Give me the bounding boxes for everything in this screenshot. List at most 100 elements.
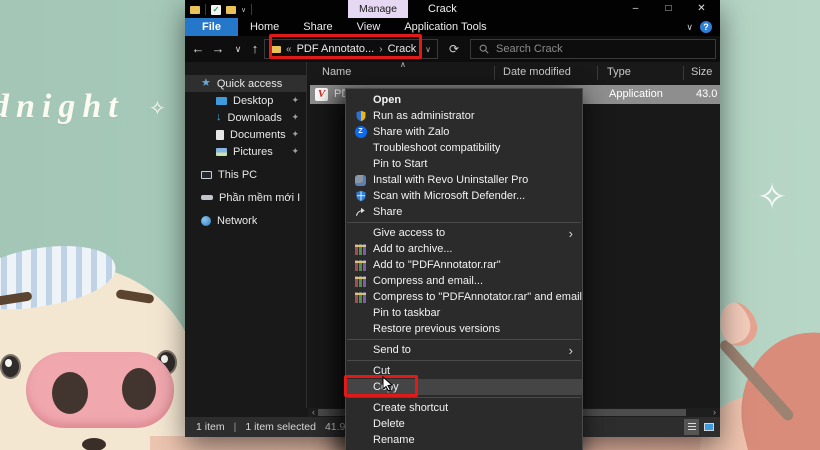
column-header-size[interactable]: Size (691, 66, 712, 78)
ribbon-right-controls: ∨ ? (686, 18, 712, 36)
menu-item-share-with-zalo[interactable]: Z Share with Zalo (346, 124, 582, 140)
blank-icon (352, 344, 369, 357)
menu-item-open[interactable]: Open (346, 92, 582, 108)
recent-locations-caret-icon[interactable]: ∨ (229, 36, 247, 62)
sidebar-item-desktop[interactable]: Desktop ✦ (185, 92, 306, 109)
pin-icon: ✦ (291, 95, 299, 106)
menu-item-install-with-revo[interactable]: Install with Revo Uninstaller Pro (346, 172, 582, 188)
menu-separator (347, 397, 581, 398)
menu-item-compress-and-email[interactable]: Compress and email... (346, 273, 582, 289)
zalo-icon: Z (352, 126, 369, 139)
search-input[interactable] (496, 43, 707, 55)
menu-separator (347, 339, 581, 340)
status-divider: | (234, 421, 237, 433)
forward-button[interactable]: → (209, 36, 227, 62)
uac-shield-icon (352, 110, 369, 123)
menu-item-run-as-administrator[interactable]: Run as administrator (346, 108, 582, 124)
menu-item-add-to-rar[interactable]: Add to "PDFAnnotator.rar" (346, 257, 582, 273)
sidebar-item-pictures[interactable]: Pictures ✦ (185, 143, 306, 160)
menu-item-compress-to-rar-and-email[interactable]: Compress to "PDFAnnotator.rar" and email (346, 289, 582, 305)
wallpaper-pig-eye (0, 354, 21, 379)
scroll-right-icon[interactable]: › (713, 408, 716, 417)
column-header-name[interactable]: Name (322, 66, 351, 78)
pin-icon: ✦ (291, 129, 299, 140)
menu-item-pin-to-taskbar[interactable]: Pin to taskbar (346, 305, 582, 321)
menu-item-add-to-archive[interactable]: Add to archive... (346, 241, 582, 257)
maximize-button[interactable]: □ (652, 0, 685, 18)
back-button[interactable]: ← (189, 36, 207, 62)
desktop: dnight ✧ ✧ ✓ ∨ Manage Crack – □ (0, 0, 820, 450)
help-icon[interactable]: ? (700, 21, 712, 33)
this-pc-icon (201, 171, 212, 179)
scroll-left-icon[interactable]: ‹ (312, 408, 315, 417)
menu-item-send-to[interactable]: Send to› (346, 342, 582, 358)
tab-manage[interactable]: Manage (348, 0, 408, 18)
blank-icon (352, 434, 369, 447)
drive-icon (201, 195, 213, 200)
mouse-cursor-icon (381, 376, 395, 392)
properties-icon[interactable]: ✓ (211, 5, 221, 15)
sidebar: ★ Quick access Desktop ✦ ↓ Downloads ✦ D… (185, 62, 307, 408)
column-header-type[interactable]: Type (607, 66, 631, 78)
search-icon (479, 44, 489, 54)
refresh-button[interactable]: ⟳ (444, 39, 464, 59)
sidebar-item-quick-access[interactable]: ★ Quick access (185, 75, 306, 92)
menu-item-restore-previous-versions[interactable]: Restore previous versions (346, 321, 582, 337)
tab-file[interactable]: File (185, 18, 238, 36)
file-size: 43.0 (696, 88, 717, 100)
column-header-date-modified[interactable]: Date modified (503, 66, 571, 78)
menu-item-rename[interactable]: Rename (346, 432, 582, 448)
address-dropdown-caret-icon[interactable]: ∨ (425, 45, 431, 54)
details-view-button[interactable] (684, 419, 699, 435)
menu-item-pin-to-start[interactable]: Pin to Start (346, 156, 582, 172)
minimize-button[interactable]: – (619, 0, 652, 18)
blank-icon (352, 418, 369, 431)
winrar-icon (352, 243, 369, 256)
menu-item-delete[interactable]: Delete (346, 416, 582, 432)
blank-icon (352, 142, 369, 155)
blank-icon (352, 402, 369, 415)
details-view-icon (688, 423, 696, 431)
collapse-ribbon-icon[interactable]: ∨ (686, 22, 693, 33)
sidebar-item-this-pc[interactable]: This PC (185, 166, 306, 183)
defender-shield-icon (352, 190, 369, 203)
folder-icon[interactable] (190, 6, 200, 14)
column-separator[interactable] (494, 66, 495, 80)
menu-item-scan-with-defender[interactable]: Scan with Microsoft Defender... (346, 188, 582, 204)
menu-item-give-access-to[interactable]: Give access to› (346, 225, 582, 241)
column-separator[interactable] (683, 66, 684, 80)
menu-item-create-shortcut[interactable]: Create shortcut (346, 400, 582, 416)
sort-ascending-icon: ∧ (400, 62, 406, 69)
quick-access-toolbar: ✓ ∨ (190, 4, 252, 15)
close-button[interactable]: ✕ (685, 0, 718, 18)
column-headers: ∧ Name Date modified Type Size (308, 62, 720, 84)
pin-icon: ✦ (291, 112, 299, 123)
new-folder-icon[interactable] (226, 6, 236, 14)
file-type: Application (609, 88, 663, 100)
sidebar-item-network-drive[interactable]: Phần mềm mới ITDO... (185, 189, 306, 206)
wallpaper-pig-nostril (122, 368, 156, 410)
submenu-arrow-icon: › (569, 344, 573, 357)
up-button[interactable]: ↑ (246, 36, 264, 62)
sidebar-item-network[interactable]: Network (185, 212, 306, 229)
submenu-arrow-icon: › (569, 227, 573, 240)
ribbon-tabs: File Home Share View Application Tools (185, 18, 720, 36)
winrar-icon (352, 291, 369, 304)
navigation-bar: ← → ∨ ↑ « PDF Annotato... › Crack ∨ ⟳ (185, 36, 720, 62)
menu-item-troubleshoot-compatibility[interactable]: Troubleshoot compatibility (346, 140, 582, 156)
thumbnails-view-icon (704, 423, 714, 431)
search-box[interactable] (470, 39, 716, 59)
column-separator[interactable] (597, 66, 598, 80)
customize-toolbar-caret-icon[interactable]: ∨ (241, 6, 246, 14)
sparkle-icon: ✧ (757, 176, 787, 218)
wallpaper-text: dnight (0, 88, 125, 126)
toolbar-separator (251, 4, 252, 15)
toolbar-separator (205, 4, 206, 15)
view-buttons (684, 419, 716, 435)
sidebar-item-downloads[interactable]: ↓ Downloads ✦ (185, 109, 306, 126)
menu-item-share[interactable]: Share (346, 204, 582, 220)
wallpaper-pig-mouth (82, 438, 106, 450)
thumbnails-view-button[interactable] (701, 419, 716, 435)
sidebar-item-documents[interactable]: Documents ✦ (185, 126, 306, 143)
window-controls: – □ ✕ (619, 0, 718, 18)
